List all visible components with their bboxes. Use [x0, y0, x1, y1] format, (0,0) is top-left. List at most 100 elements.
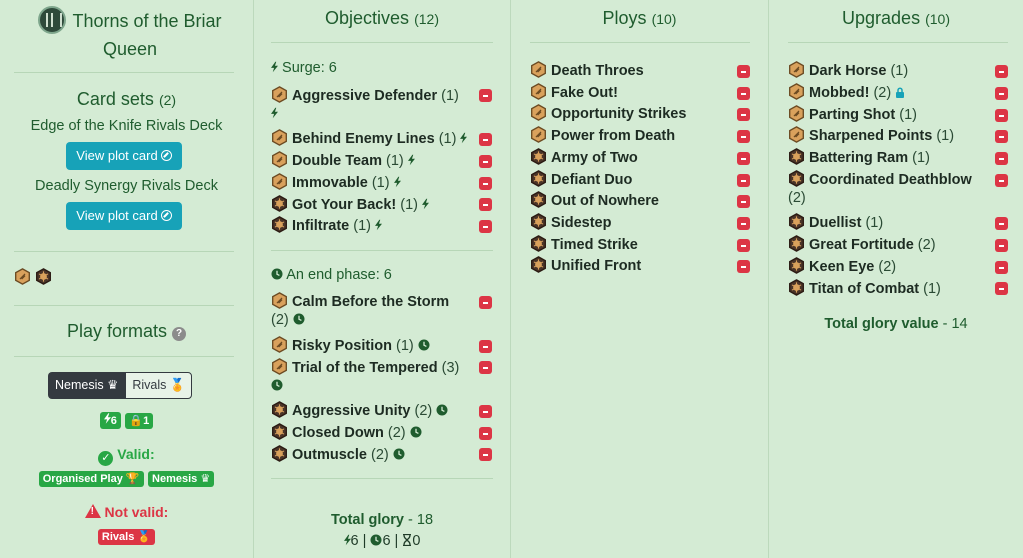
remove-card-button[interactable]	[995, 174, 1008, 187]
end-phase-label: An end phase: 6	[286, 267, 392, 283]
remove-card-button[interactable]	[737, 174, 750, 187]
card-row[interactable]: Out of Nowhere	[530, 191, 659, 210]
check-circle-icon: ✓	[98, 451, 114, 466]
card-row[interactable]: Coordinated Deathblow (2)	[788, 170, 993, 207]
card-name: Battering Ram	[809, 150, 909, 166]
card-row[interactable]: Parting Shot (1)	[788, 105, 917, 124]
card-count: (1)	[936, 128, 955, 144]
medal-icon: 🏅	[137, 531, 152, 543]
card-row[interactable]: Risky Position (1)	[271, 336, 430, 355]
card-row[interactable]: Infiltrate (1)	[271, 216, 382, 235]
card-row[interactable]: Power from Death	[530, 126, 675, 145]
rivals-deck-icon	[788, 126, 805, 143]
rivals-deck-icon	[530, 235, 547, 252]
card-row[interactable]: Death Throes	[530, 61, 644, 80]
format-nemesis-button[interactable]: Nemesis ♛	[48, 372, 126, 399]
card-count: (1)	[899, 107, 917, 123]
card-count: (1)	[400, 197, 419, 213]
remove-card-button[interactable]	[737, 195, 750, 208]
card-row[interactable]: Army of Two	[530, 148, 638, 167]
remove-card-button[interactable]	[479, 177, 492, 190]
card-row[interactable]: Titan of Combat (1)	[788, 279, 941, 298]
card-row[interactable]: Battering Ram (1)	[788, 148, 930, 167]
remove-card-button[interactable]	[995, 239, 1008, 252]
card-row[interactable]: Timed Strike	[530, 235, 638, 254]
card-row[interactable]: Dark Horse (1)	[788, 61, 908, 80]
rivals-deck-icon	[788, 148, 805, 165]
card-row[interactable]: Mobbed! (2)	[788, 83, 905, 102]
remove-card-button[interactable]	[737, 130, 750, 143]
card-name: Immovable	[292, 175, 368, 191]
view-plot-card-button[interactable]: View plot card	[66, 142, 182, 170]
trophy-icon: 🏆	[125, 473, 140, 485]
card-count: (2)	[788, 190, 806, 206]
rivals-deck-icon	[788, 83, 805, 100]
format-rivals-button[interactable]: Rivals 🏅	[125, 372, 193, 399]
objectives-summary: 6 | 6 | 0	[254, 533, 510, 549]
remove-card-button[interactable]	[737, 152, 750, 165]
rivals-deck-icon	[530, 191, 547, 208]
upgrades-total-glory: Total glory value - 14	[769, 316, 1023, 332]
card-row[interactable]: Aggressive Defender (1)	[271, 86, 471, 123]
remove-card-button[interactable]	[995, 109, 1008, 122]
remove-card-button[interactable]	[479, 427, 492, 440]
upgrades-title: Upgrades	[842, 8, 921, 28]
card-row[interactable]: Great Fortitude (2)	[788, 235, 936, 254]
card-row[interactable]: Sharpened Points (1)	[788, 126, 954, 145]
remove-card-button[interactable]	[479, 220, 492, 233]
remove-card-button[interactable]	[737, 65, 750, 78]
view-plot-card-button[interactable]: View plot card	[66, 202, 182, 230]
help-icon[interactable]: ?	[172, 327, 187, 341]
card-row[interactable]: Keen Eye (2)	[788, 257, 896, 276]
card-row[interactable]: Behind Enemy Lines (1)	[271, 129, 467, 148]
card-row[interactable]: Outmuscle (2)	[271, 445, 405, 464]
remove-card-button[interactable]	[995, 87, 1008, 100]
rivals-deck-icon	[530, 104, 547, 121]
bolt-icon	[271, 107, 278, 119]
card-name: Timed Strike	[551, 237, 638, 253]
remove-card-button[interactable]	[479, 361, 492, 374]
remove-card-button[interactable]	[737, 260, 750, 273]
remove-card-button[interactable]	[479, 89, 492, 102]
card-row[interactable]: Duellist (1)	[788, 213, 883, 232]
remove-card-button[interactable]	[479, 133, 492, 146]
remove-card-button[interactable]	[479, 405, 492, 418]
remove-card-button[interactable]	[737, 87, 750, 100]
card-row[interactable]: Immovable (1)	[271, 173, 401, 192]
card-row[interactable]: Opportunity Strikes	[530, 104, 686, 123]
valid-formats: Organised Play 🏆 Nemesis ♛	[0, 469, 253, 487]
card-row[interactable]: Unified Front	[530, 256, 641, 275]
card-row[interactable]: Defiant Duo	[530, 170, 632, 189]
card-count: (2)	[878, 259, 897, 275]
objectives-count: (12)	[414, 11, 439, 27]
card-row[interactable]: Closed Down (2)	[271, 423, 422, 442]
ploys-column: Ploys (10) Death Throes Fake Out! Opport…	[511, 0, 769, 558]
remove-card-button[interactable]	[737, 108, 750, 121]
remove-card-button[interactable]	[737, 217, 750, 230]
remove-card-button[interactable]	[479, 155, 492, 168]
remove-card-button[interactable]	[479, 448, 492, 461]
clock-icon	[418, 339, 430, 351]
card-row[interactable]: Trial of the Tempered (3)	[271, 358, 471, 395]
remove-card-button[interactable]	[479, 198, 492, 211]
card-row[interactable]: Got Your Back! (1)	[271, 195, 429, 214]
remove-card-button[interactable]	[479, 340, 492, 353]
card-row[interactable]: Aggressive Unity (2)	[271, 401, 448, 420]
card-row[interactable]: Sidestep	[530, 213, 611, 232]
card-count: (2)	[371, 447, 389, 463]
remove-card-button[interactable]	[737, 239, 750, 252]
remove-card-button[interactable]	[995, 217, 1008, 230]
card-row[interactable]: Calm Before the Storm (2)	[271, 292, 471, 329]
card-row[interactable]: Fake Out!	[530, 83, 618, 102]
remove-card-button[interactable]	[995, 130, 1008, 143]
remove-card-button[interactable]	[995, 65, 1008, 78]
card-row[interactable]: Double Team (1)	[271, 151, 415, 170]
card-name: Calm Before the Storm	[292, 294, 450, 310]
remove-card-button[interactable]	[995, 152, 1008, 165]
rivals-deck-icon	[271, 86, 288, 103]
remove-card-button[interactable]	[479, 296, 492, 309]
remove-card-button[interactable]	[995, 261, 1008, 274]
play-formats-label: Play formats	[66, 321, 167, 341]
badge-label: Nemesis	[152, 473, 198, 485]
remove-card-button[interactable]	[995, 282, 1008, 295]
